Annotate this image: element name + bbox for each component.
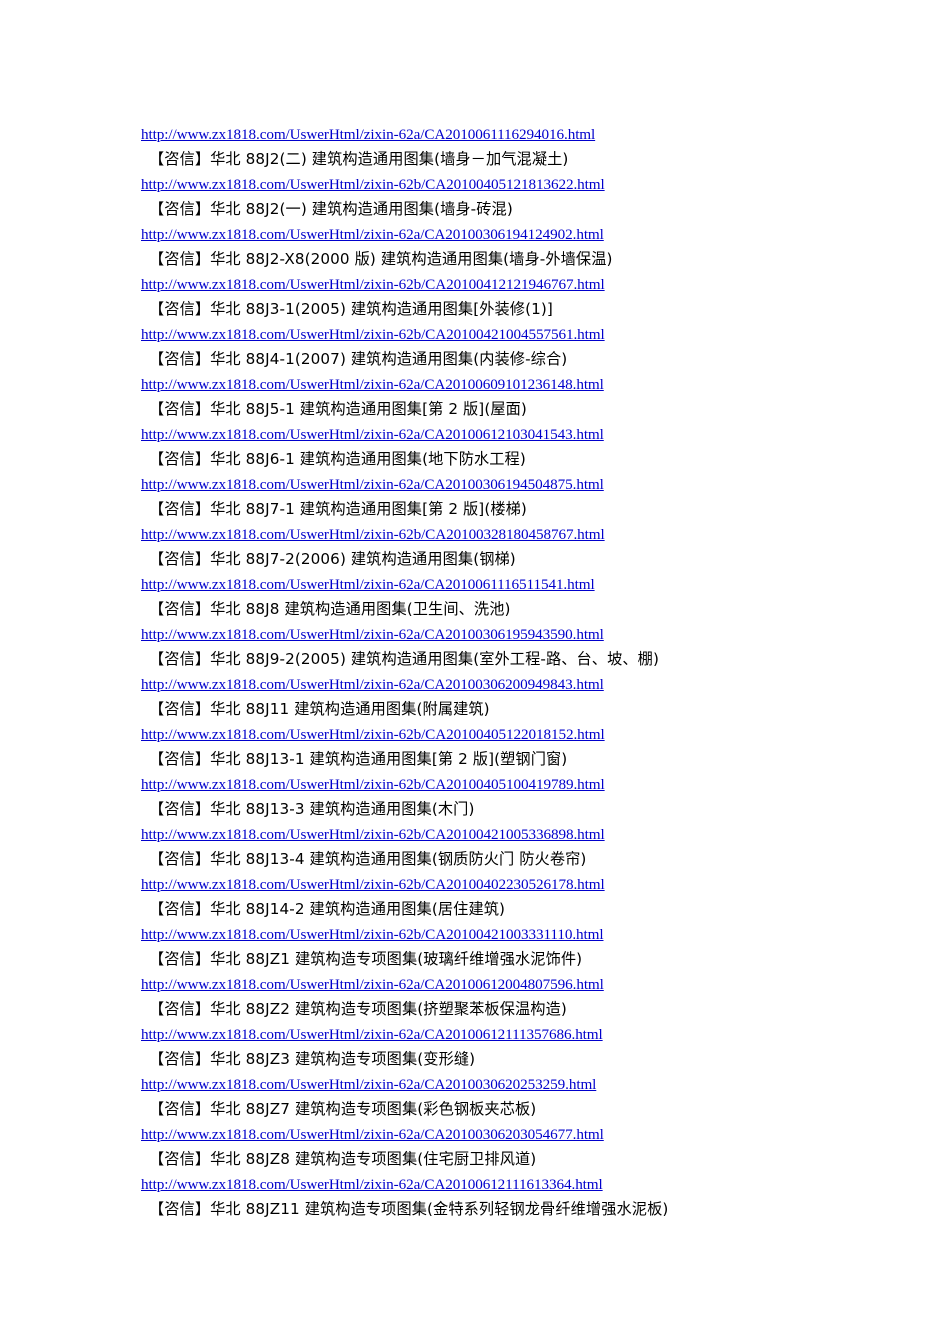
entry-url-line: http://www.zx1818.com/UswerHtml/zixin-62…	[141, 372, 841, 397]
entry-url-line: http://www.zx1818.com/UswerHtml/zixin-62…	[141, 522, 841, 547]
entry-url-line: http://www.zx1818.com/UswerHtml/zixin-62…	[141, 672, 841, 697]
entry-url-line: http://www.zx1818.com/UswerHtml/zixin-62…	[141, 322, 841, 347]
list-item: http://www.zx1818.com/UswerHtml/zixin-62…	[141, 822, 841, 872]
entry-url-link[interactable]: http://www.zx1818.com/UswerHtml/zixin-62…	[141, 476, 604, 493]
list-item: http://www.zx1818.com/UswerHtml/zixin-62…	[141, 172, 841, 222]
entry-url-link[interactable]: http://www.zx1818.com/UswerHtml/zixin-62…	[141, 926, 604, 943]
entry-url-link[interactable]: http://www.zx1818.com/UswerHtml/zixin-62…	[141, 726, 605, 743]
entry-title: 【咨信】华北 88J5-1 建筑构造通用图集[第 2 版](屋面)	[149, 400, 527, 418]
entry-url-link[interactable]: http://www.zx1818.com/UswerHtml/zixin-62…	[141, 176, 605, 193]
entry-url-link[interactable]: http://www.zx1818.com/UswerHtml/zixin-62…	[141, 1026, 603, 1043]
entry-url-link[interactable]: http://www.zx1818.com/UswerHtml/zixin-62…	[141, 226, 604, 243]
list-item: http://www.zx1818.com/UswerHtml/zixin-62…	[141, 372, 841, 422]
entry-url-line: http://www.zx1818.com/UswerHtml/zixin-62…	[141, 772, 841, 797]
entry-url-link[interactable]: http://www.zx1818.com/UswerHtml/zixin-62…	[141, 1076, 596, 1093]
entry-url-link[interactable]: http://www.zx1818.com/UswerHtml/zixin-62…	[141, 976, 604, 993]
entry-title: 【咨信】华北 88J13-3 建筑构造通用图集(木门)	[149, 800, 475, 818]
entry-title: 【咨信】华北 88J13-4 建筑构造通用图集(钢质防火门 防火卷帘)	[149, 850, 587, 868]
entry-url-line: http://www.zx1818.com/UswerHtml/zixin-62…	[141, 822, 841, 847]
entry-title: 【咨信】华北 88JZ2 建筑构造专项图集(挤塑聚苯板保温构造)	[149, 1000, 567, 1018]
entry-url-line: http://www.zx1818.com/UswerHtml/zixin-62…	[141, 172, 841, 197]
list-item: http://www.zx1818.com/UswerHtml/zixin-62…	[141, 1172, 841, 1222]
list-item: http://www.zx1818.com/UswerHtml/zixin-62…	[141, 322, 841, 372]
entry-title: 【咨信】华北 88J9-2(2005) 建筑构造通用图集(室外工程-路、台、坡、…	[149, 650, 659, 668]
list-item: http://www.zx1818.com/UswerHtml/zixin-62…	[141, 222, 841, 272]
entry-title: 【咨信】华北 88J4-1(2007) 建筑构造通用图集(内装修-综合)	[149, 350, 568, 368]
entry-url-line: http://www.zx1818.com/UswerHtml/zixin-62…	[141, 922, 841, 947]
list-item: http://www.zx1818.com/UswerHtml/zixin-62…	[141, 672, 841, 722]
list-item: http://www.zx1818.com/UswerHtml/zixin-62…	[141, 872, 841, 922]
entry-url-link[interactable]: http://www.zx1818.com/UswerHtml/zixin-62…	[141, 276, 605, 293]
entry-title: 【咨信】华北 88JZ8 建筑构造专项图集(住宅厨卫排风道)	[149, 1150, 537, 1168]
list-item: http://www.zx1818.com/UswerHtml/zixin-62…	[141, 772, 841, 822]
entry-url-link[interactable]: http://www.zx1818.com/UswerHtml/zixin-62…	[141, 126, 595, 143]
link-list: http://www.zx1818.com/UswerHtml/zixin-62…	[141, 122, 841, 1222]
entry-title: 【咨信】华北 88J11 建筑构造通用图集(附属建筑)	[149, 700, 490, 718]
entry-title: 【咨信】华北 88J2(一) 建筑构造通用图集(墙身-砖混)	[149, 200, 513, 218]
entry-url-line: http://www.zx1818.com/UswerHtml/zixin-62…	[141, 422, 841, 447]
entry-title: 【咨信】华北 88J14-2 建筑构造通用图集(居住建筑)	[149, 900, 506, 918]
entry-url-link[interactable]: http://www.zx1818.com/UswerHtml/zixin-62…	[141, 776, 605, 793]
list-item: http://www.zx1818.com/UswerHtml/zixin-62…	[141, 1072, 841, 1122]
list-item: http://www.zx1818.com/UswerHtml/zixin-62…	[141, 922, 841, 972]
entry-title: 【咨信】华北 88JZ1 建筑构造专项图集(玻璃纤维增强水泥饰件)	[149, 950, 583, 968]
entry-title: 【咨信】华北 88J6-1 建筑构造通用图集(地下防水工程)	[149, 450, 526, 468]
entry-title: 【咨信】华北 88J7-2(2006) 建筑构造通用图集(钢梯)	[149, 550, 516, 568]
entry-url-line: http://www.zx1818.com/UswerHtml/zixin-62…	[141, 222, 841, 247]
entry-url-link[interactable]: http://www.zx1818.com/UswerHtml/zixin-62…	[141, 376, 604, 393]
entry-url-line: http://www.zx1818.com/UswerHtml/zixin-62…	[141, 272, 841, 297]
document-page: http://www.zx1818.com/UswerHtml/zixin-62…	[0, 0, 950, 1344]
entry-url-link[interactable]: http://www.zx1818.com/UswerHtml/zixin-62…	[141, 576, 595, 593]
entry-url-link[interactable]: http://www.zx1818.com/UswerHtml/zixin-62…	[141, 826, 605, 843]
list-item: http://www.zx1818.com/UswerHtml/zixin-62…	[141, 972, 841, 1022]
list-item: http://www.zx1818.com/UswerHtml/zixin-62…	[141, 722, 841, 772]
entry-url-line: http://www.zx1818.com/UswerHtml/zixin-62…	[141, 1072, 841, 1097]
entry-title: 【咨信】华北 88J3-1(2005) 建筑构造通用图集[外装修(1)]	[149, 300, 553, 318]
entry-title: 【咨信】华北 88J2-X8(2000 版) 建筑构造通用图集(墙身-外墙保温)	[149, 250, 613, 268]
entry-url-line: http://www.zx1818.com/UswerHtml/zixin-62…	[141, 722, 841, 747]
entry-url-link[interactable]: http://www.zx1818.com/UswerHtml/zixin-62…	[141, 676, 604, 693]
entry-url-line: http://www.zx1818.com/UswerHtml/zixin-62…	[141, 1022, 841, 1047]
entry-url-line: http://www.zx1818.com/UswerHtml/zixin-62…	[141, 1122, 841, 1147]
entry-url-line: http://www.zx1818.com/UswerHtml/zixin-62…	[141, 472, 841, 497]
entry-title: 【咨信】华北 88JZ3 建筑构造专项图集(变形缝)	[149, 1050, 476, 1068]
entry-url-link[interactable]: http://www.zx1818.com/UswerHtml/zixin-62…	[141, 626, 604, 643]
entry-title: 【咨信】华北 88J8 建筑构造通用图集(卫生间、洗池)	[149, 600, 511, 618]
list-item: http://www.zx1818.com/UswerHtml/zixin-62…	[141, 572, 841, 622]
list-item: http://www.zx1818.com/UswerHtml/zixin-62…	[141, 1022, 841, 1072]
list-item: http://www.zx1818.com/UswerHtml/zixin-62…	[141, 1122, 841, 1172]
entry-url-line: http://www.zx1818.com/UswerHtml/zixin-62…	[141, 572, 841, 597]
list-item: http://www.zx1818.com/UswerHtml/zixin-62…	[141, 122, 841, 172]
entry-url-line: http://www.zx1818.com/UswerHtml/zixin-62…	[141, 872, 841, 897]
entry-url-line: http://www.zx1818.com/UswerHtml/zixin-62…	[141, 1172, 841, 1197]
entry-url-link[interactable]: http://www.zx1818.com/UswerHtml/zixin-62…	[141, 1176, 603, 1193]
entry-title: 【咨信】华北 88J7-1 建筑构造通用图集[第 2 版](楼梯)	[149, 500, 527, 518]
entry-title: 【咨信】华北 88JZ11 建筑构造专项图集(金特系列轻钢龙骨纤维增强水泥板)	[149, 1200, 669, 1218]
entry-title: 【咨信】华北 88JZ7 建筑构造专项图集(彩色钢板夹芯板)	[149, 1100, 537, 1118]
entry-url-line: http://www.zx1818.com/UswerHtml/zixin-62…	[141, 972, 841, 997]
entry-url-link[interactable]: http://www.zx1818.com/UswerHtml/zixin-62…	[141, 426, 604, 443]
list-item: http://www.zx1818.com/UswerHtml/zixin-62…	[141, 522, 841, 572]
list-item: http://www.zx1818.com/UswerHtml/zixin-62…	[141, 472, 841, 522]
entry-url-link[interactable]: http://www.zx1818.com/UswerHtml/zixin-62…	[141, 1126, 604, 1143]
entry-title: 【咨信】华北 88J13-1 建筑构造通用图集[第 2 版](塑钢门窗)	[149, 750, 568, 768]
entry-url-link[interactable]: http://www.zx1818.com/UswerHtml/zixin-62…	[141, 876, 605, 893]
entry-url-link[interactable]: http://www.zx1818.com/UswerHtml/zixin-62…	[141, 326, 605, 343]
list-item: http://www.zx1818.com/UswerHtml/zixin-62…	[141, 622, 841, 672]
entry-title: 【咨信】华北 88J2(二) 建筑构造通用图集(墙身－加气混凝土)	[149, 150, 569, 168]
list-item: http://www.zx1818.com/UswerHtml/zixin-62…	[141, 272, 841, 322]
entry-url-line: http://www.zx1818.com/UswerHtml/zixin-62…	[141, 622, 841, 647]
entry-url-link[interactable]: http://www.zx1818.com/UswerHtml/zixin-62…	[141, 526, 605, 543]
list-item: http://www.zx1818.com/UswerHtml/zixin-62…	[141, 422, 841, 472]
entry-url-line: http://www.zx1818.com/UswerHtml/zixin-62…	[141, 122, 841, 147]
